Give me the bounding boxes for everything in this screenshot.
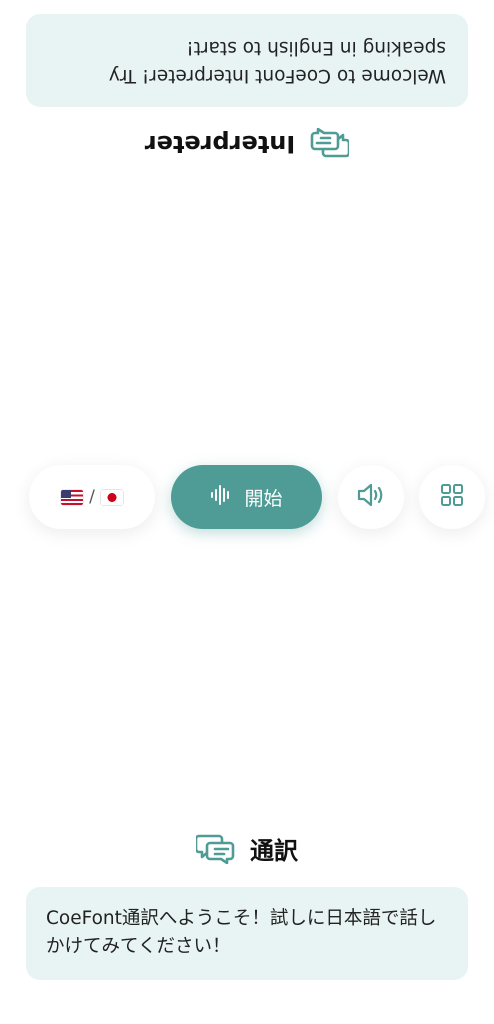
user-message-bubble: CoeFont通訳へようこそ！試しに日本語で話しかけてみてください！ (26, 887, 468, 980)
user-title-row: 通訳 (0, 830, 494, 866)
control-bar: / 開始 (0, 463, 494, 531)
language-toggle-button[interactable]: / (29, 465, 155, 529)
partner-title-row: Interpreter (0, 126, 494, 162)
menu-grid-button[interactable] (419, 465, 485, 529)
partner-panel: Interpreter Welcome to CoeFont Interpret… (0, 0, 494, 200)
us-flag-icon (61, 489, 84, 505)
chat-bubbles-icon (309, 128, 350, 160)
partner-message-bubble: Welcome to CoeFont Interpreter! Try spea… (26, 14, 468, 107)
partner-title: Interpreter (144, 130, 296, 158)
user-title: 通訳 (250, 836, 298, 865)
start-label: 開始 (244, 487, 283, 510)
speaker-icon (356, 482, 386, 512)
start-button[interactable]: 開始 (171, 465, 322, 529)
chat-bubbles-icon (196, 832, 236, 864)
waveform-icon (210, 484, 232, 511)
language-separator: / (89, 487, 95, 507)
speaker-button[interactable] (338, 465, 404, 529)
japan-flag-icon (100, 489, 123, 505)
interpreter-screen: Interpreter Welcome to CoeFont Interpret… (0, 0, 494, 1024)
grid-icon (440, 483, 464, 511)
